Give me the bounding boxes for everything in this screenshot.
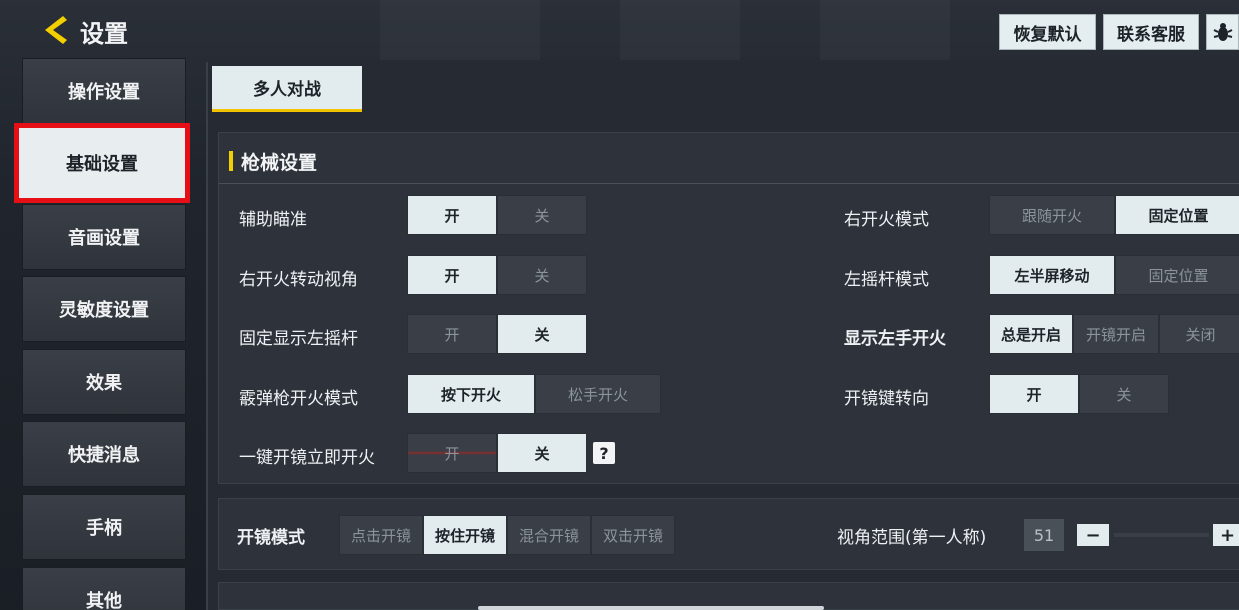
section-accent [229, 151, 233, 171]
option-release-fire[interactable]: 松手开火 [535, 374, 661, 414]
option-off[interactable]: 关 [497, 255, 587, 295]
left-hand-fire-toggle: 总是开启 开镜开启 关闭 [989, 314, 1239, 354]
weapon-settings-section: 枪械设置 辅助瞄准 开 关 右开火转动视角 开 关 固定显示左摇杆 开 关 霰弹… [218, 132, 1239, 484]
question-icon[interactable]: ? [593, 442, 615, 464]
option-off[interactable]: 关 [497, 195, 587, 235]
fov-slider-track[interactable] [1114, 533, 1209, 537]
left-joystick-mode-toggle: 左半屏移动 固定位置 [989, 255, 1239, 295]
option-off[interactable]: 关 [497, 314, 587, 354]
restore-default-button[interactable]: 恢复默认 [999, 14, 1096, 50]
option-double-tap-scope[interactable]: 双击开镜 [591, 515, 675, 555]
aim-assist-toggle: 开 关 [407, 195, 587, 235]
bug-report-button[interactable] [1206, 14, 1239, 50]
setting-label: 固定显示左摇杆 [239, 329, 358, 349]
main-panel: 多人对战 枪械设置 辅助瞄准 开 关 右开火转动视角 开 关 固定显示左摇杆 开… [206, 62, 1239, 610]
fov-increase-button[interactable]: + [1213, 524, 1239, 546]
setting-label: 右开火模式 [844, 210, 929, 230]
sidebar-item-gamepad[interactable]: 手柄 [22, 494, 186, 560]
bug-icon [1213, 23, 1232, 41]
fov-decrease-button[interactable]: − [1077, 524, 1109, 546]
option-mixed-scope[interactable]: 混合开镜 [507, 515, 591, 555]
back-button[interactable] [38, 12, 72, 48]
option-on[interactable]: 开 [407, 433, 497, 473]
option-press-fire[interactable]: 按下开火 [407, 374, 535, 414]
option-hold-scope[interactable]: 按住开镜 [423, 515, 507, 555]
right-fire-mode-toggle: 跟随开火 固定位置 [989, 195, 1239, 235]
scope-mode-label: 开镜模式 [237, 528, 305, 548]
sidebar-item-sensitivity[interactable]: 灵敏度设置 [22, 276, 186, 342]
sidebar-item-controls[interactable]: 操作设置 [22, 58, 186, 124]
top-bar: 设置 恢复默认 联系客服 [0, 0, 1239, 60]
scope-mode-row: 开镜模式 点击开镜 按住开镜 混合开镜 双击开镜 视角范围(第一人称) 51 −… [218, 498, 1239, 570]
fire-turn-view-toggle: 开 关 [407, 255, 587, 295]
tab-multiplayer[interactable]: 多人对战 [212, 66, 362, 112]
quick-scope-fire-toggle: 开 关 [407, 433, 587, 473]
option-half-screen-move[interactable]: 左半屏移动 [989, 255, 1115, 295]
home-indicator [478, 606, 824, 610]
scope-mode-selector: 点击开镜 按住开镜 混合开镜 双击开镜 [339, 515, 675, 555]
option-off[interactable]: 关闭 [1159, 314, 1239, 354]
chevron-left-icon [45, 16, 67, 44]
option-on[interactable]: 开 [407, 195, 497, 235]
setting-label: 右开火转动视角 [239, 270, 358, 290]
scope-turn-toggle: 开 关 [989, 374, 1169, 414]
fov-label: 视角范围(第一人称) [837, 528, 987, 548]
option-fixed-position[interactable]: 固定位置 [1115, 195, 1239, 235]
shotgun-fire-mode-toggle: 按下开火 松手开火 [407, 374, 661, 414]
option-off[interactable]: 关 [497, 433, 587, 473]
fov-value: 51 [1024, 519, 1064, 551]
option-on[interactable]: 开 [407, 314, 497, 354]
setting-label: 显示左手开火 [844, 329, 946, 349]
contact-support-button[interactable]: 联系客服 [1103, 14, 1199, 50]
sidebar-item-effects[interactable]: 效果 [22, 349, 186, 415]
option-on[interactable]: 开 [989, 374, 1079, 414]
setting-label: 霰弹枪开火模式 [239, 389, 358, 409]
option-follow-fire[interactable]: 跟随开火 [989, 195, 1115, 235]
section-title: 枪械设置 [241, 151, 318, 174]
setting-label: 左摇杆模式 [844, 270, 929, 290]
sidebar-item-quick-messages[interactable]: 快捷消息 [22, 421, 186, 487]
option-fixed-position[interactable]: 固定位置 [1115, 255, 1239, 295]
option-scope-on[interactable]: 开镜开启 [1073, 314, 1159, 354]
fixed-left-joystick-toggle: 开 关 [407, 314, 587, 354]
sidebar-item-basic[interactable]: 基础设置 [14, 123, 190, 203]
setting-label: 一键开镜立即开火 [239, 448, 375, 468]
option-tap-scope[interactable]: 点击开镜 [339, 515, 423, 555]
option-always-on[interactable]: 总是开启 [989, 314, 1073, 354]
option-on[interactable]: 开 [407, 255, 497, 295]
setting-label: 开镜键转向 [844, 389, 929, 409]
page-title: 设置 [80, 20, 128, 48]
sidebar-item-other[interactable]: 其他 [22, 567, 186, 610]
sidebar-item-audio-video[interactable]: 音画设置 [22, 204, 186, 270]
divider [219, 183, 1239, 184]
section-header: 枪械设置 [229, 147, 317, 175]
option-off[interactable]: 关 [1079, 374, 1169, 414]
setting-label: 辅助瞄准 [239, 210, 307, 230]
